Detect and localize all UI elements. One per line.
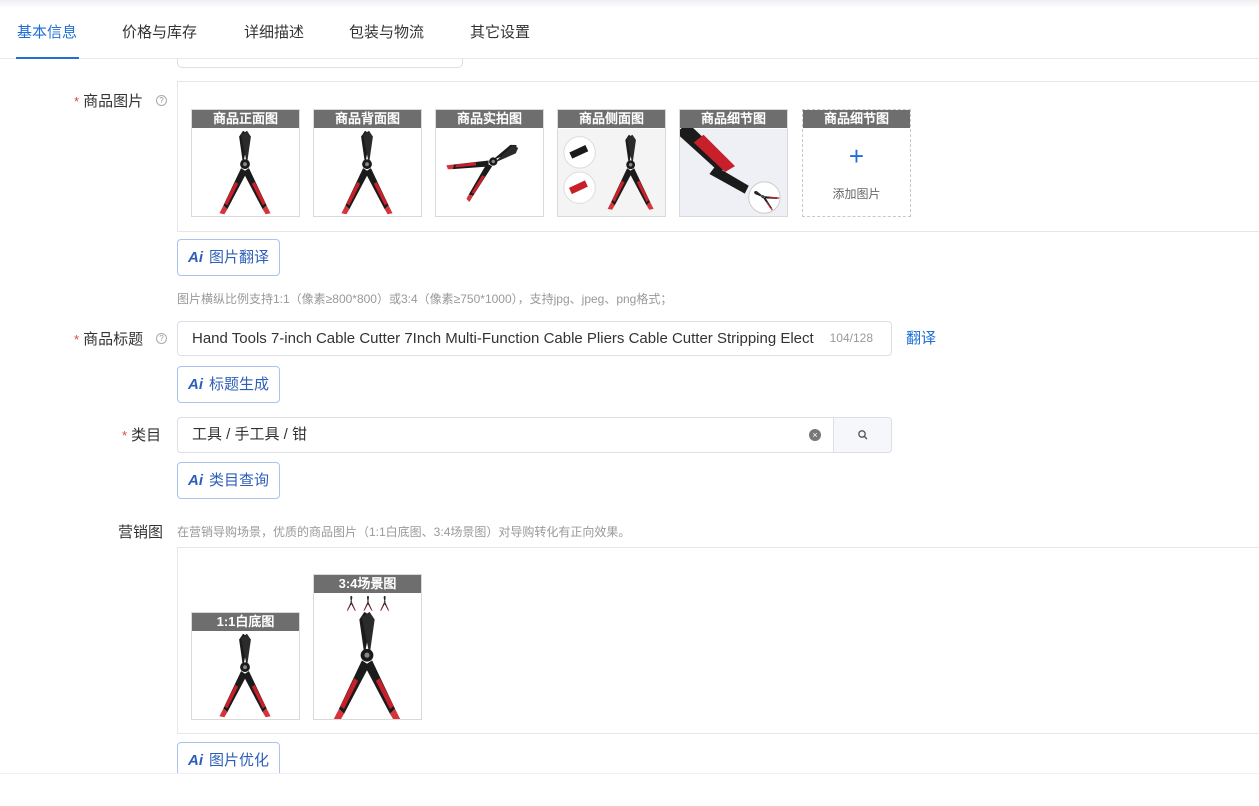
plier-photo (219, 633, 271, 718)
search-icon (858, 430, 868, 440)
product-image-real-shot[interactable]: 商品实拍图 (435, 109, 544, 217)
image-caption: 商品正面图 (192, 110, 299, 128)
category-label: * 类目 (122, 427, 162, 444)
tab-packaging-logistics[interactable]: 包装与物流 (349, 8, 424, 59)
plier-photo (445, 128, 529, 203)
product-image-back[interactable]: 商品背面图 (313, 109, 422, 217)
add-image-slot[interactable]: 商品细节图 + 添加图片 (802, 109, 911, 217)
image-caption: 商品侧面图 (558, 110, 665, 128)
category-query-button[interactable]: Ai 类目查询 (177, 462, 280, 499)
plier-photo (558, 128, 665, 216)
image-caption: 商品细节图 (680, 110, 787, 128)
translate-link[interactable]: 翻译 (906, 327, 936, 348)
image-translate-button[interactable]: Ai 图片翻译 (177, 239, 280, 276)
marketing-image-white-bg[interactable]: 1:1白底图 (191, 612, 300, 720)
product-title-input[interactable]: Hand Tools 7-inch Cable Cutter 7Inch Mul… (177, 321, 892, 356)
required-mark: * (74, 332, 80, 347)
image-caption: 商品实拍图 (436, 110, 543, 128)
category-search-button[interactable] (833, 417, 892, 453)
plier-photo (333, 595, 401, 719)
char-count: 104/128 (829, 331, 873, 345)
image-caption: 3:4场景图 (314, 575, 421, 593)
plier-photo (680, 128, 787, 216)
help-icon[interactable]: ? (156, 95, 167, 106)
required-mark: * (122, 428, 128, 443)
tab-basic-info[interactable]: 基本信息 (17, 8, 77, 59)
tab-price-stock[interactable]: 价格与库存 (122, 8, 197, 59)
marketing-images-label: 营销图 (118, 524, 164, 541)
image-caption: 商品细节图 (803, 110, 910, 128)
required-mark: * (74, 94, 80, 109)
category-value: 工具 / 手工具 / 钳 (192, 426, 308, 443)
tab-other-settings[interactable]: 其它设置 (470, 8, 530, 59)
product-image-detail[interactable]: 商品细节图 (679, 109, 788, 217)
clear-icon[interactable]: × (809, 429, 821, 441)
product-title-label: * 商品标题 (74, 331, 144, 348)
product-images-label: * 商品图片 (74, 93, 144, 110)
image-caption: 商品背面图 (314, 110, 421, 128)
active-tab-indicator (16, 57, 79, 59)
previous-field-edge (177, 59, 463, 68)
plier-photo (341, 130, 393, 215)
product-image-side[interactable]: 商品侧面图 (557, 109, 666, 217)
tab-bar: 基本信息 价格与库存 详细描述 包装与物流 其它设置 (0, 8, 1259, 59)
marketing-image-scene[interactable]: 3:4场景图 (313, 574, 422, 720)
product-image-front[interactable]: 商品正面图 (191, 109, 300, 217)
image-caption: 1:1白底图 (192, 613, 299, 631)
title-generate-button[interactable]: Ai 标题生成 (177, 366, 280, 403)
marketing-images-hint: 在营销导购场景，优质的商品图片（1:1白底图、3:4场景图）对导购转化有正向效果… (177, 525, 631, 539)
product-images-panel: 商品正面图 商品背面图 商品实拍图 商品侧面图 商品细节图 商品细节图 + 添加… (177, 81, 1259, 232)
top-edge (0, 0, 1259, 8)
add-image-label: 添加图片 (832, 187, 881, 201)
ai-icon: Ai (188, 472, 203, 489)
plier-photo (219, 130, 271, 215)
image-format-hint: 图片横纵比例支持1:1（像素≥800*800）或3:4（像素≥750*1000）… (177, 292, 673, 306)
ai-icon: Ai (188, 249, 203, 266)
product-title-value: Hand Tools 7-inch Cable Cutter 7Inch Mul… (192, 330, 814, 347)
ai-icon: Ai (188, 376, 203, 393)
tab-detail-description[interactable]: 详细描述 (244, 8, 304, 59)
marketing-images-panel: 1:1白底图 3:4场景图 (177, 547, 1259, 734)
category-input[interactable]: 工具 / 手工具 / 钳 × (177, 417, 834, 453)
bottom-bar (0, 773, 1259, 806)
help-icon[interactable]: ? (156, 333, 167, 344)
plus-icon: + (848, 141, 865, 171)
